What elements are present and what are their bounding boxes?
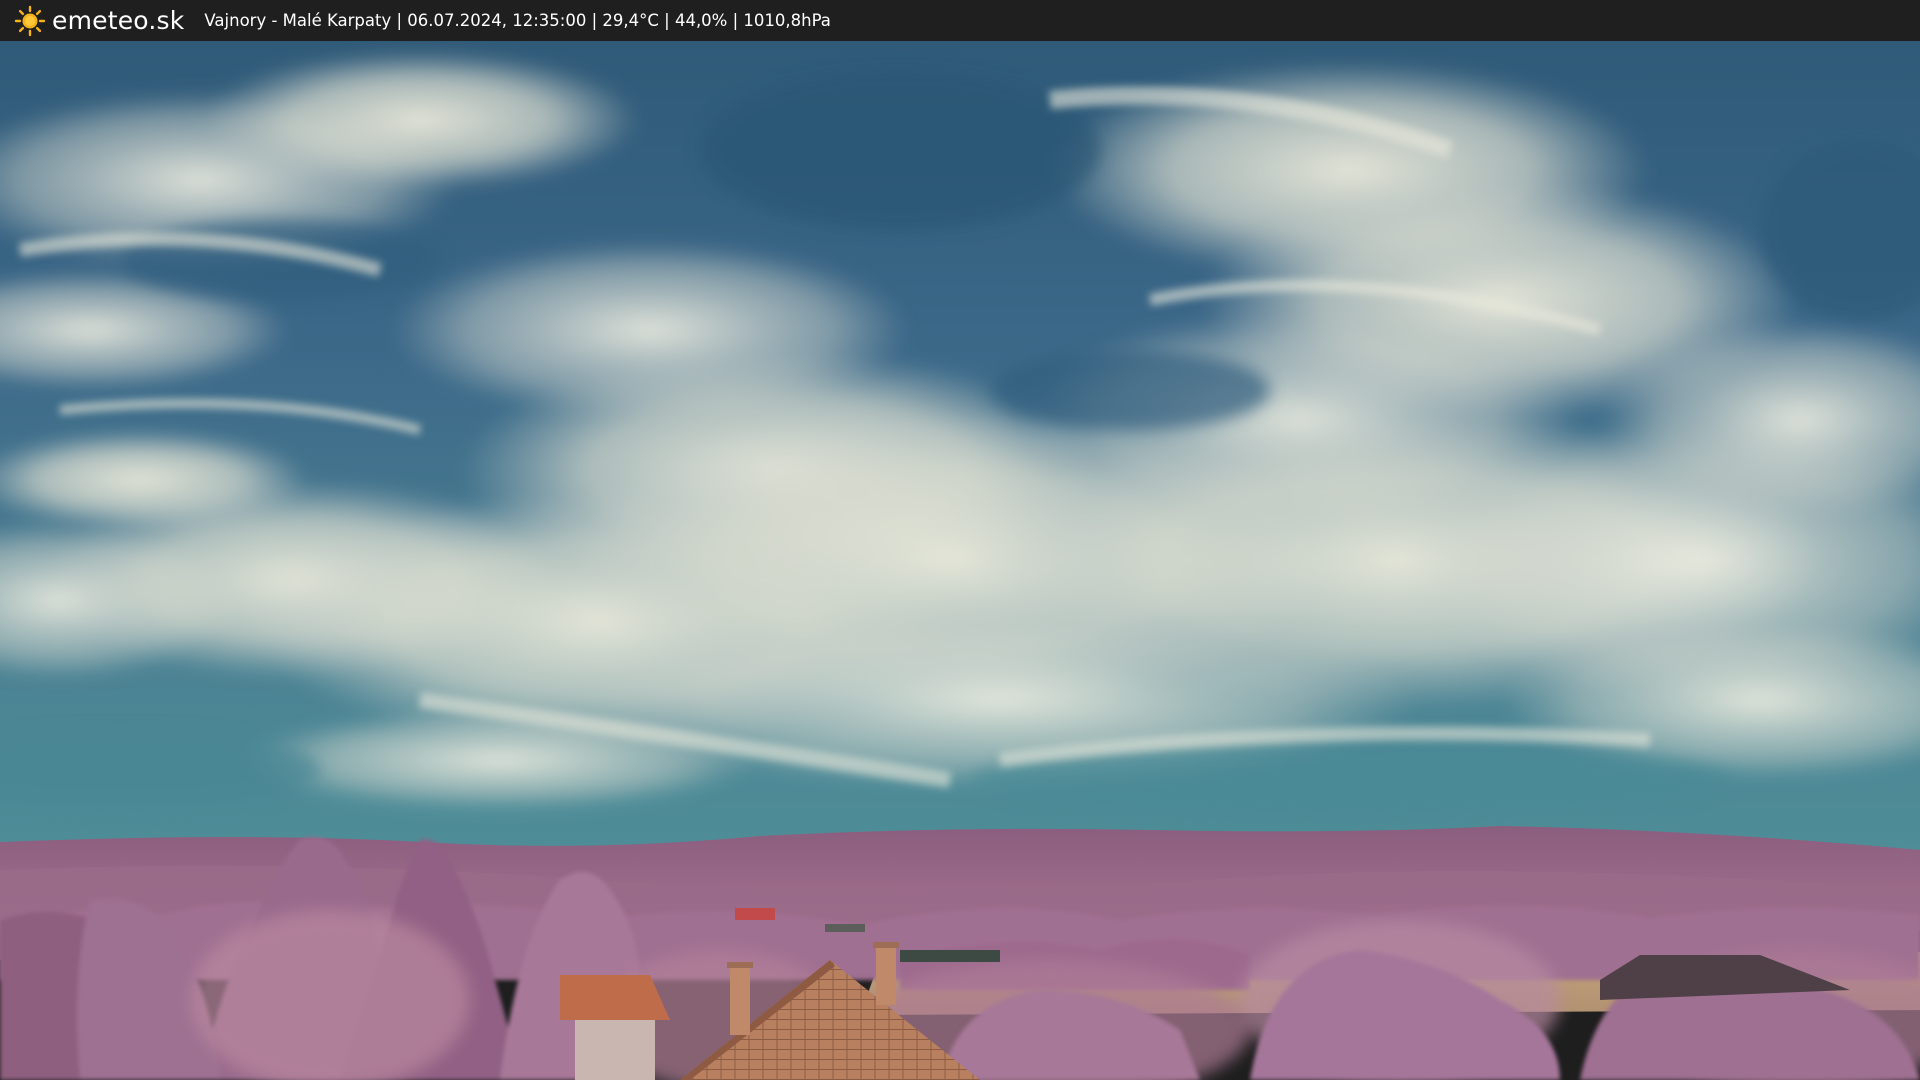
sun-icon: [14, 5, 46, 36]
station-caption: Vajnory - Malé Karpaty | 06.07.2024, 12:…: [204, 11, 831, 30]
camera-image: [0, 41, 1920, 1080]
webcam-frame: emeteo.sk Vajnory - Malé Karpaty | 06.07…: [0, 0, 1920, 1080]
brand-name: emeteo.sk: [52, 6, 185, 35]
overlay-bar: emeteo.sk Vajnory - Malé Karpaty | 06.07…: [0, 0, 1920, 41]
